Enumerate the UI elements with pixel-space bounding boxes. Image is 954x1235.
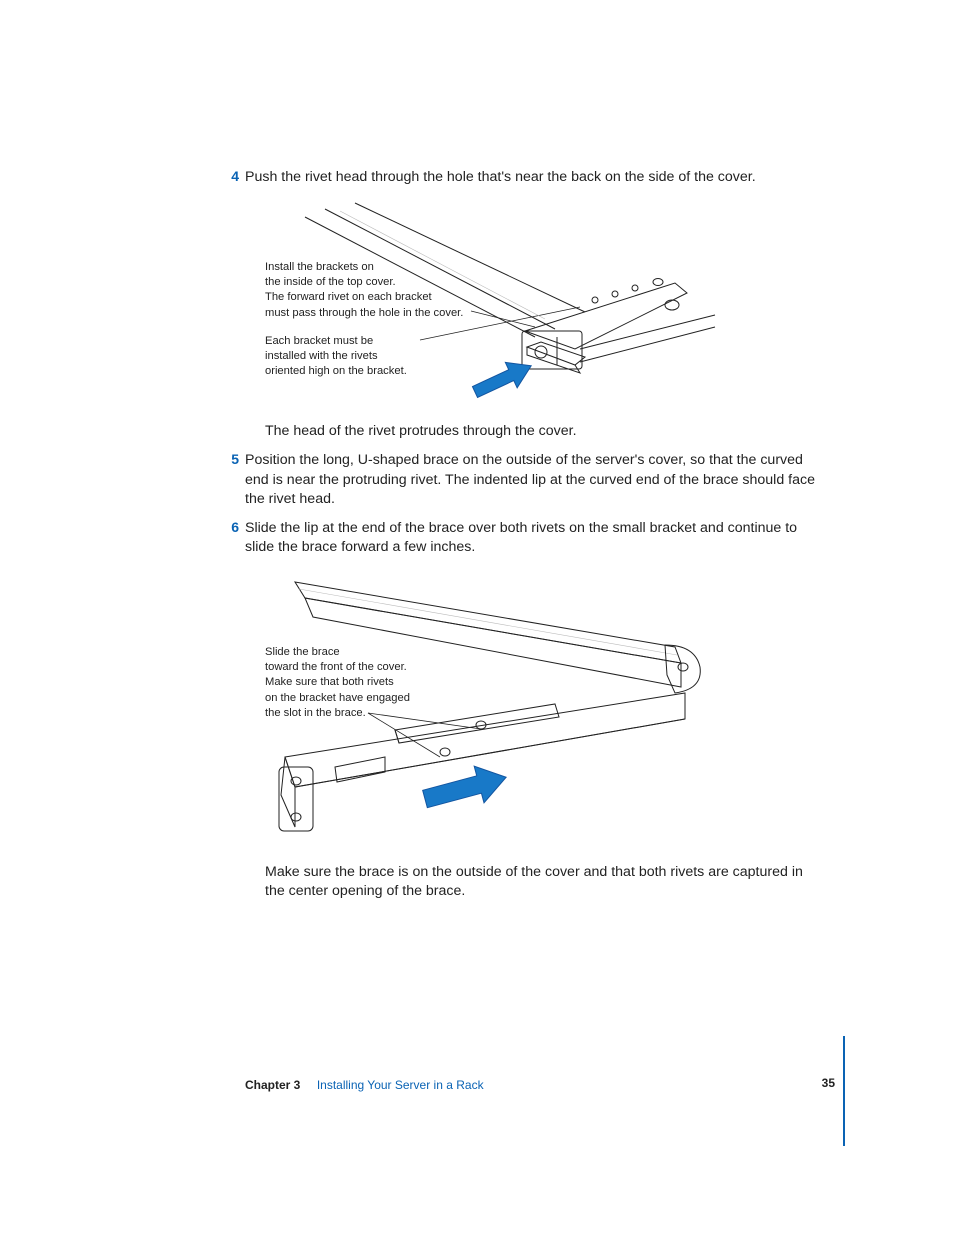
step-5-text: Position the long, U-shaped brace on the… (245, 451, 825, 509)
figure-1: Install the brackets on the inside of th… (245, 197, 825, 412)
step-4: 4 Push the rivet head through the hole t… (245, 168, 825, 187)
step-6-text: Slide the lip at the end of the brace ov… (245, 519, 825, 557)
step-4-text: Push the rivet head through the hole tha… (245, 168, 825, 187)
footer-chapter-title: Installing Your Server in a Rack (317, 1078, 484, 1092)
figure-2: Slide the brace toward the front of the … (245, 567, 825, 857)
footer-rule (843, 1036, 845, 1146)
step-6: 6 Slide the lip at the end of the brace … (245, 519, 825, 557)
figure-2-illustration (245, 567, 825, 857)
content-area: 4 Push the rivet head through the hole t… (245, 168, 825, 910)
footer-page-number: 35 (822, 1076, 835, 1090)
figure-1-illustration (245, 197, 825, 412)
step-4-number: 4 (225, 168, 239, 184)
page-footer: Chapter 3 Installing Your Server in a Ra… (245, 1076, 835, 1136)
footer-chapter: Chapter 3 (245, 1078, 300, 1092)
step-5: 5 Position the long, U-shaped brace on t… (245, 451, 825, 509)
document-page: 4 Push the rivet head through the hole t… (0, 0, 954, 1235)
step-5-number: 5 (225, 451, 239, 467)
after-fig2-text: Make sure the brace is on the outside of… (265, 863, 825, 901)
after-fig1-text: The head of the rivet protrudes through … (265, 422, 825, 441)
step-6-number: 6 (225, 519, 239, 535)
